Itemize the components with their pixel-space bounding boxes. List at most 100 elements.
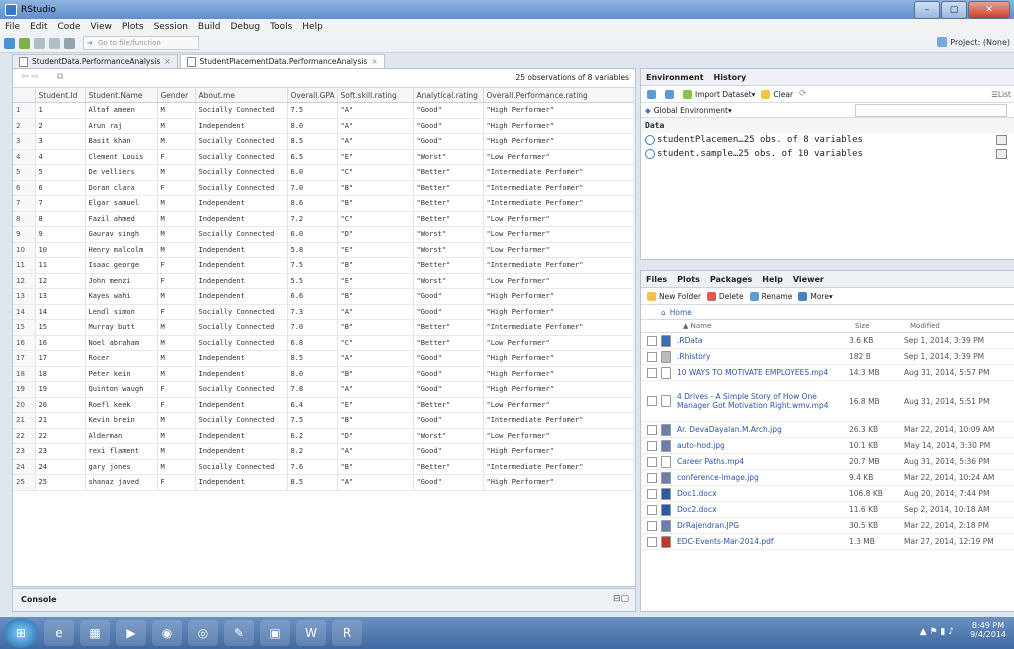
file-name-link[interactable]: conference-image.jpg [677,473,849,482]
new-file-icon[interactable] [4,37,15,49]
file-row[interactable]: DrRajendran.JPG 30.5 KB Mar 22, 2014, 2:18… [641,518,1014,534]
save-workspace-icon[interactable] [665,89,674,99]
file-row[interactable]: conference-image.jpg 9.4 KB Mar 22, 2014, … [641,470,1014,486]
close-tab-icon[interactable]: × [371,55,377,69]
editor-tab[interactable]: StudentPlacementData.PerformanceAnalysis… [179,54,385,69]
goto-file-input[interactable]: Go to file/function [83,36,199,50]
word-taskbar-button[interactable]: W [296,620,326,646]
save-icon[interactable] [34,37,45,49]
column-header[interactable]: About.me [195,88,288,103]
start-button[interactable]: ⊞ [4,618,38,648]
powerpoint-taskbar-button[interactable]: ▣ [260,620,290,646]
file-row[interactable]: 4 Drives - A Simple Story of How One Man… [641,381,1014,422]
environment-object[interactable]: student.sample…25 obs. of 10 variables [641,147,1014,161]
column-header[interactable]: Gender [157,88,196,103]
chrome-taskbar-button[interactable]: ◎ [188,620,218,646]
view-data-icon[interactable] [996,149,1007,159]
menu-code[interactable]: Code [53,22,86,32]
file-name-link[interactable]: Ar. DevaDayalan.M.Arch.jpg [677,425,849,434]
popout-icon[interactable]: ⧉ [57,72,63,82]
environment-scope[interactable]: ◆ Global Environment ▾ [641,103,1014,118]
file-name-link[interactable]: EDC-Events-Mar-2014.pdf [677,537,849,546]
menu-file[interactable]: File [0,22,25,32]
menu-edit[interactable]: Edit [25,22,52,32]
file-name-link[interactable]: .Rhistory [677,352,849,361]
close-button[interactable]: ✕ [968,1,1010,19]
column-header[interactable]: Analytical.rating [413,88,484,103]
import-dataset-button[interactable]: Import Dataset ▾ [683,89,755,99]
console-pane[interactable]: Console ⊟▢ [12,588,636,612]
file-checkbox[interactable] [647,335,657,346]
tab-packages[interactable]: Packages [705,275,757,284]
file-checkbox[interactable] [647,472,657,483]
environment-search-input[interactable] [855,104,1007,117]
column-header[interactable] [13,88,36,103]
column-header[interactable]: Soft.skill.rating [337,88,414,103]
file-checkbox[interactable] [647,488,657,499]
media-player-taskbar-button[interactable]: ▶ [116,620,146,646]
minimize-button[interactable]: – [914,1,940,19]
file-row[interactable]: 10 WAYS TO MOTIVATE EMPLOYEES.mp4 14.3 MB… [641,365,1014,381]
app-taskbar-button[interactable]: ✎ [224,620,254,646]
tab-viewer[interactable]: Viewer [788,275,829,284]
column-header[interactable]: Overall.GPA [287,88,338,103]
back-forward-icon[interactable]: ⇦ ⇨ [21,72,39,82]
rstudio-taskbar-button[interactable]: R [332,620,362,646]
menu-plots[interactable]: Plots [117,22,149,32]
menu-help[interactable]: Help [297,22,328,32]
file-checkbox[interactable] [647,456,657,467]
system-tray[interactable]: ▲ ⚑ ▮ ♪ [920,627,954,637]
file-row[interactable]: Doc1.docx 106.8 KB Aug 20, 2014, 7:44 PM [641,486,1014,502]
environment-object[interactable]: studentPlacemen…25 obs. of 8 variables [641,133,1014,147]
file-name-link[interactable]: Career Paths.mp4 [677,457,849,466]
file-name-link[interactable]: auto-hod.jpg [677,441,849,450]
menu-build[interactable]: Build [193,22,226,32]
file-row[interactable]: Doc2.docx 11.6 KB Sep 2, 2014, 10:18 AM [641,502,1014,518]
expand-icon[interactable] [645,135,655,145]
column-header[interactable]: Student.Id [35,88,86,103]
delete-button[interactable]: Delete [706,291,744,301]
pane-resize-icon[interactable]: ⊟▢ [613,594,629,604]
file-row[interactable]: .RData 3.6 KB Sep 1, 2014, 3:39 PM [641,333,1014,349]
expand-icon[interactable] [645,149,655,159]
file-checkbox[interactable] [647,440,657,451]
column-header[interactable]: Student.Name [85,88,158,103]
project-menu[interactable]: Project: (None) [937,37,1010,47]
size-column-header[interactable]: Size [855,322,910,330]
tab-help[interactable]: Help [757,275,788,284]
file-checkbox[interactable] [647,367,657,378]
close-tab-icon[interactable]: × [164,55,170,69]
editor-tab[interactable]: StudentData.PerformanceAnalysis × [12,54,178,69]
view-data-icon[interactable] [996,135,1007,145]
print-icon[interactable] [64,37,75,49]
file-name-link[interactable]: Doc1.docx [677,489,849,498]
modified-column-header[interactable]: Modified [910,322,940,330]
more-button[interactable]: More ▾ [798,291,833,301]
file-checkbox[interactable] [647,536,657,547]
clock[interactable]: 8:49 PM 9/4/2014 [970,621,1006,639]
menu-session[interactable]: Session [149,22,193,32]
file-name-link[interactable]: 10 WAYS TO MOTIVATE EMPLOYEES.mp4 [677,368,849,377]
folder-taskbar-button[interactable]: ▦ [80,620,110,646]
clear-button[interactable]: Clear [761,89,793,99]
tab-environment[interactable]: Environment [641,73,709,82]
tab-plots[interactable]: Plots [672,275,705,284]
list-view-button[interactable]: ☰ List [991,90,1011,99]
column-header[interactable]: Overall.Performance.rating [483,88,634,103]
tab-files[interactable]: Files [641,275,672,284]
file-checkbox[interactable] [647,424,657,435]
file-checkbox[interactable] [647,351,657,362]
file-checkbox[interactable] [647,396,657,406]
open-project-icon[interactable] [19,37,30,49]
firefox-taskbar-button[interactable]: ◉ [152,620,182,646]
name-column-header[interactable]: ▲ Name [683,322,855,330]
file-row[interactable]: .Rhistory 182 B Sep 1, 2014, 3:39 PM [641,349,1014,365]
file-row[interactable]: auto-hod.jpg 10.1 KB May 14, 2014, 3:30 PM [641,438,1014,454]
file-row[interactable]: Career Paths.mp4 20.7 MB Aug 31, 2014, 5:3… [641,454,1014,470]
rename-button[interactable]: Rename [749,291,792,301]
file-row[interactable]: Ar. DevaDayalan.M.Arch.jpg 26.3 KB Mar 22,… [641,422,1014,438]
file-name-link[interactable]: .RData [677,336,849,345]
file-checkbox[interactable] [647,504,657,515]
ie-button[interactable]: e [44,620,74,646]
menu-view[interactable]: View [86,22,117,32]
